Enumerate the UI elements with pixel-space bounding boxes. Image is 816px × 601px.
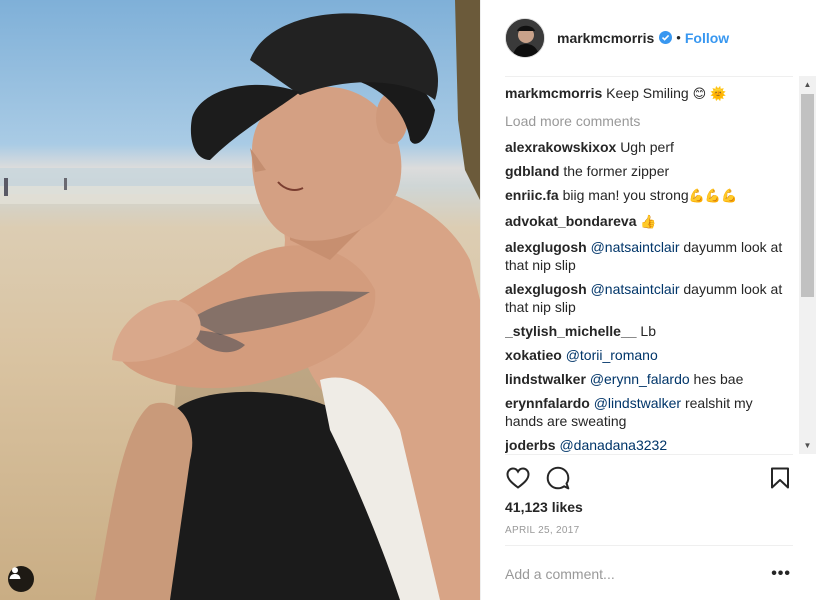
comment-mention[interactable]: @lindstwalker [594,395,681,411]
scrollbar-thumb[interactable] [801,94,814,297]
comment-text: biig man! you strong [562,187,689,203]
comment-item: advokat_bondareva 👍 [505,212,791,232]
post-date[interactable]: APRIL 25, 2017 [505,525,579,536]
comment-username[interactable]: lindstwalker [505,371,586,387]
comment-item: alexglugosh @natsaintclair dayumm look a… [505,238,791,274]
scroll-up-arrow-icon[interactable]: ▲ [799,76,816,93]
comment-username[interactable]: joderbs [505,437,556,453]
separator-dot: • [676,30,681,45]
comment-mention[interactable]: @torii_romano [566,347,658,363]
comment-username[interactable]: alexglugosh [505,281,587,297]
comment-item: gdbland the former zipper [505,162,791,180]
comment-username[interactable]: alexglugosh [505,239,587,255]
bookmark-icon [771,467,789,489]
comment-mention[interactable]: @danadana3232 [559,437,667,453]
speech-bubble-icon [546,466,570,490]
comment-mention[interactable]: @erynn_falardo [590,371,690,387]
photo-illustration [0,0,480,600]
caption: markmcmorris Keep Smiling 😊 🌞 [505,84,791,104]
comment-username[interactable]: enriic.fa [505,187,559,203]
caption-text: Keep Smiling [606,85,689,101]
comment-text: hes bae [693,371,744,387]
comment-username[interactable]: erynnfalardo [505,395,590,411]
add-comment-bar: ••• [505,545,793,601]
comment-item: xokatieo @torii_romano [505,346,791,364]
comment-list: markmcmorris Keep Smiling 😊 🌞 Load more … [505,84,791,454]
save-button[interactable] [767,465,793,491]
comment-mention[interactable]: @natsaintclair [591,281,680,297]
comment-item: enriic.fa biig man! you strong💪💪💪 [505,186,791,206]
post-sidebar: markmcmorris • Follow markmcmorris Keep … [480,0,816,600]
like-button[interactable] [505,465,531,491]
comment-item: erynnfalardo @lindstwalker realshit my h… [505,394,791,430]
caption-emoji: 😊 🌞 [692,87,727,102]
caption-username[interactable]: markmcmorris [505,85,602,101]
avatar-image [506,18,544,57]
tag-people-button[interactable] [8,566,34,592]
comment-emoji: 👍 [640,215,657,230]
comment-mention[interactable]: @natsaintclair [591,239,680,255]
comment-button[interactable] [545,465,571,491]
comment-text: Ugh perf [620,139,674,155]
scroll-down-arrow-icon[interactable]: ▼ [799,437,816,454]
comment-username[interactable]: advokat_bondareva [505,213,637,229]
comment-item: alexglugosh @natsaintclair dayumm look a… [505,280,791,316]
comment-username[interactable]: alexrakowskixox [505,139,616,155]
comment-item: joderbs @danadana3232 [505,436,791,454]
comment-username[interactable]: xokatieo [505,347,562,363]
comment-emoji: 💪💪💪 [688,189,738,204]
user-tag-icon [9,567,21,579]
comment-text: Lb [640,323,656,339]
post-photo [0,0,480,600]
comment-text: the former zipper [563,163,670,179]
comment-item: alexrakowskixox Ugh perf [505,138,791,156]
heart-icon [506,467,530,489]
avatar[interactable] [505,17,545,58]
follow-button[interactable]: Follow [685,30,729,46]
action-bar [505,454,793,501]
comments-scrollbar[interactable]: ▲ ▼ [799,76,816,454]
post-header: markmcmorris • Follow [481,0,816,77]
comment-username[interactable]: gdbland [505,163,559,179]
username-link[interactable]: markmcmorris [557,30,654,46]
comment-item: _stylish_michelle__ Lb [505,322,791,340]
comment-item: lindstwalker @erynn_falardo hes bae [505,370,791,388]
more-options-button[interactable]: ••• [771,565,791,583]
comment-username[interactable]: _stylish_michelle__ [505,323,637,339]
verified-badge-icon [659,31,673,44]
add-comment-input[interactable] [505,565,745,582]
load-more-comments-button[interactable]: Load more comments [505,112,791,130]
likes-count[interactable]: 41,123 likes [505,499,583,515]
